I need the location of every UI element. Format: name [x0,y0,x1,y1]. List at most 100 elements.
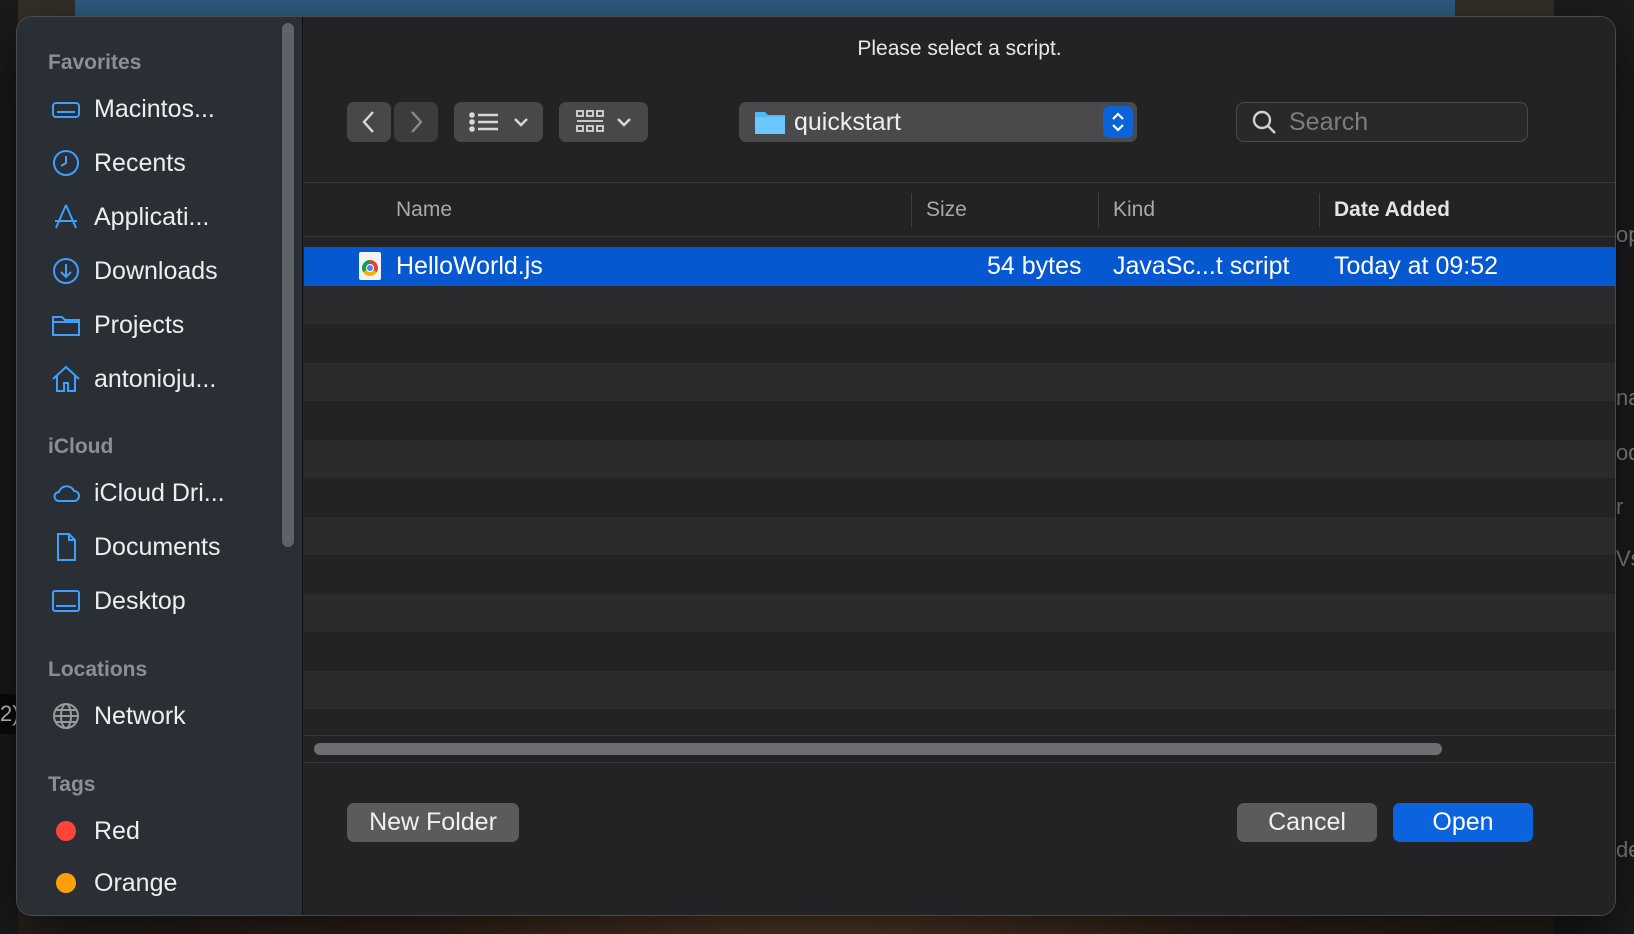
chevron-down-icon [616,118,631,127]
sidebar-item-desktop[interactable]: Desktop [50,581,186,621]
empty-row [304,555,1615,594]
cloud-icon [50,477,82,509]
empty-row [304,632,1615,671]
sidebar-item-label: Orange [94,868,178,897]
file-list-header: Name Size Kind Date Added [304,182,1615,237]
empty-row [304,478,1615,517]
list-view-button[interactable] [454,102,543,142]
hard-drive-icon [50,93,82,125]
chevron-right-icon [411,111,423,133]
sidebar-item-label: Recents [94,148,186,177]
group-view-button[interactable] [559,102,648,142]
file-date-added: Today at 09:52 [1334,252,1499,280]
sidebar-scrollbar[interactable] [282,23,294,547]
sidebar-item-documents[interactable]: Documents [50,527,220,567]
folder-icon [50,309,82,341]
horizontal-scrollbar[interactable] [304,735,1615,763]
background-fragment: Vs [1616,546,1634,571]
sidebar-section-tags: Tags [48,773,96,796]
sidebar-tag-red[interactable]: Red [50,811,140,851]
red-tag-dot-icon [56,821,76,841]
download-icon [50,255,82,287]
sidebar: Favorites Macintos... Recents Applicati.… [17,17,303,915]
sidebar-item-downloads[interactable]: Downloads [50,251,218,291]
clock-icon [50,147,82,179]
sidebar-section-locations: Locations [48,658,148,681]
javascript-file-icon [359,252,381,280]
file-size: 54 bytes [987,252,1082,280]
horizontal-scrollbar-thumb[interactable] [314,743,1442,755]
empty-row [304,593,1615,632]
search-field[interactable] [1236,102,1528,142]
empty-row [304,670,1615,709]
background-fragment-left: 2) [0,694,20,734]
cancel-button[interactable]: Cancel [1237,803,1377,842]
search-icon [1252,110,1276,134]
chevron-down-icon [513,118,528,127]
orange-tag-dot-icon [56,873,76,893]
background-fragment: od [1616,440,1634,465]
sidebar-section-favorites: Favorites [48,51,142,74]
grid-view-icon [575,110,604,132]
file-name: HelloWorld.js [396,252,543,280]
sidebar-tag-orange[interactable]: Orange [50,863,177,903]
forward-button[interactable] [394,102,438,142]
sidebar-item-label: iCloud Dri... [94,478,225,507]
desktop-icon [50,585,82,617]
column-divider[interactable] [1319,193,1320,227]
sidebar-item-recents[interactable]: Recents [50,143,186,183]
sidebar-item-projects[interactable]: Projects [50,305,184,345]
sidebar-item-label: Projects [94,310,185,339]
folder-location-popup[interactable]: quickstart [739,102,1137,142]
sidebar-item-macintosh-hd[interactable]: Macintos... [50,89,215,129]
search-input[interactable] [1289,107,1509,137]
sidebar-item-label: Macintos... [94,94,215,123]
column-header-date-added[interactable]: Date Added [1334,183,1450,236]
list-view-icon [468,112,498,132]
sidebar-item-label: Network [94,701,186,730]
home-icon [50,363,82,395]
open-button[interactable]: Open [1393,803,1533,842]
sidebar-item-applications[interactable]: Applicati... [50,197,209,237]
file-kind: JavaSc...t script [1113,252,1290,280]
open-file-dialog: Favorites Macintos... Recents Applicati.… [16,16,1616,916]
background-fragment: de [1616,837,1634,862]
empty-row [304,439,1615,478]
sidebar-section-icloud: iCloud [48,435,114,458]
updown-chevron-icon [1103,106,1133,138]
sidebar-item-home[interactable]: antonioju... [50,359,216,399]
sidebar-item-label: Desktop [94,586,186,615]
dialog-title: Please select a script. [857,37,1062,60]
background-fragment: op [1616,222,1634,247]
sidebar-item-label: Documents [94,532,221,561]
empty-row [304,362,1615,401]
sidebar-item-label: antonioju... [94,364,217,393]
table-row[interactable]: HelloWorld.js 54 bytes JavaSc...t script… [304,247,1615,286]
column-header-name[interactable]: Name [396,183,452,236]
folder-icon [755,112,785,134]
column-header-size[interactable]: Size [926,183,967,236]
back-button[interactable] [347,102,391,142]
background-fragment: r [1616,494,1624,519]
sidebar-item-label: Downloads [94,256,218,285]
column-divider[interactable] [911,193,912,227]
document-icon [50,531,82,563]
globe-icon [50,700,82,732]
sidebar-item-label: Red [94,816,140,845]
chevron-left-icon [362,111,374,133]
current-folder-label: quickstart [794,107,901,136]
sidebar-item-network[interactable]: Network [50,696,186,736]
sidebar-item-label: Applicati... [94,202,210,231]
new-folder-button[interactable]: New Folder [347,803,519,842]
column-divider[interactable] [1098,193,1099,227]
empty-row [304,516,1615,555]
file-list: HelloWorld.js 54 bytes JavaSc...t script… [304,247,1615,709]
background-fragment: na [1616,385,1634,410]
empty-row [304,324,1615,363]
applications-icon [50,201,82,233]
main-pane: Please select a script. quickstart Searc… [304,17,1615,915]
empty-row [304,285,1615,324]
column-header-kind[interactable]: Kind [1113,183,1155,236]
sidebar-item-icloud-drive[interactable]: iCloud Dri... [50,473,225,513]
empty-row [304,401,1615,440]
